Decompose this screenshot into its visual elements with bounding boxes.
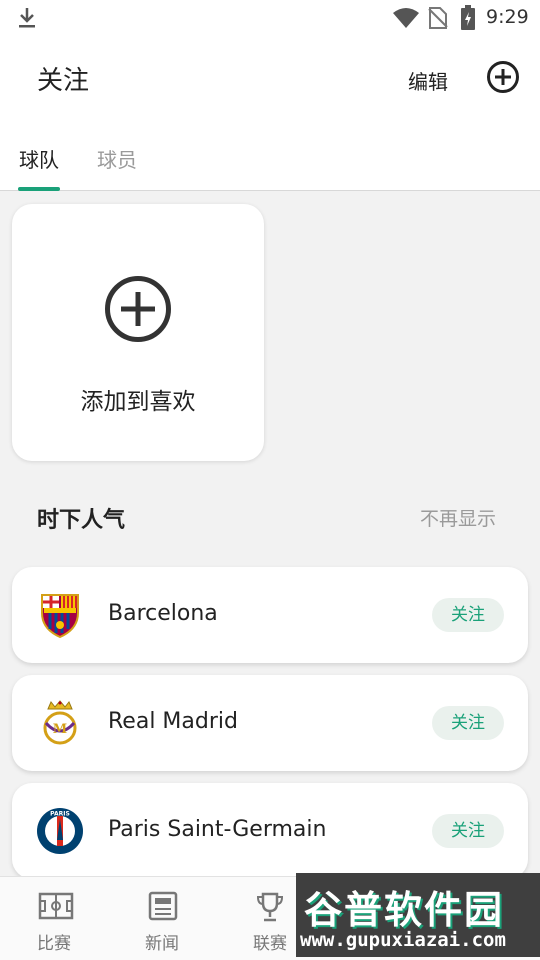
team-card-psg[interactable]: PARIS Paris Saint-Germain 关注 (12, 783, 528, 879)
trophy-icon (254, 891, 286, 927)
nav-item-matches[interactable]: 比赛 (4, 877, 104, 960)
barcelona-crest-icon (36, 591, 84, 639)
real-madrid-crest-icon: M (36, 699, 84, 747)
dismiss-button[interactable]: 不再显示 (420, 504, 496, 531)
team-name: Barcelona (108, 601, 218, 626)
tab-players[interactable]: 球员 (97, 144, 137, 173)
follow-button[interactable]: 关注 (432, 598, 504, 632)
download-icon (16, 6, 38, 34)
follow-button[interactable]: 关注 (432, 814, 504, 848)
team-name: Paris Saint-Germain (108, 817, 327, 842)
add-circle-icon (103, 274, 173, 348)
no-sim-icon (428, 6, 448, 34)
follow-button[interactable]: 关注 (432, 706, 504, 740)
page-title: 关注 (37, 66, 90, 96)
status-bar: 9:29 (0, 0, 540, 36)
news-icon (146, 891, 180, 925)
add-favorite-label: 添加到喜欢 (80, 389, 196, 415)
nav-label: 比赛 (37, 934, 71, 954)
add-icon[interactable] (486, 60, 520, 98)
clock: 9:29 (486, 6, 529, 28)
wifi-icon (392, 7, 420, 33)
active-tab-indicator (18, 187, 60, 191)
add-favorite-card[interactable]: 添加到喜欢 (12, 204, 264, 461)
nav-label: 新闻 (145, 934, 179, 954)
team-card-barcelona[interactable]: Barcelona 关注 (12, 567, 528, 663)
tab-bar: 球队 球员 (0, 120, 540, 191)
edit-button[interactable]: 编辑 (408, 66, 448, 95)
watermark-url: www.gupuxiazai.com (300, 929, 506, 951)
nav-item-news[interactable]: 新闻 (112, 877, 212, 960)
watermark: 谷普软件园 www.gupuxiazai.com (296, 873, 540, 957)
app-bar: 关注 编辑 (0, 36, 540, 120)
pitch-icon (38, 891, 74, 925)
svg-text:PARIS: PARIS (50, 811, 70, 818)
svg-text:M: M (53, 722, 67, 737)
battery-icon (460, 5, 476, 35)
section-title-popular: 时下人气 (37, 508, 126, 533)
team-name: Real Madrid (108, 709, 238, 734)
psg-crest-icon: PARIS (36, 807, 84, 855)
watermark-brand: 谷普软件园 (304, 888, 505, 932)
team-card-real-madrid[interactable]: M Real Madrid 关注 (12, 675, 528, 771)
tab-teams[interactable]: 球队 (19, 144, 59, 173)
